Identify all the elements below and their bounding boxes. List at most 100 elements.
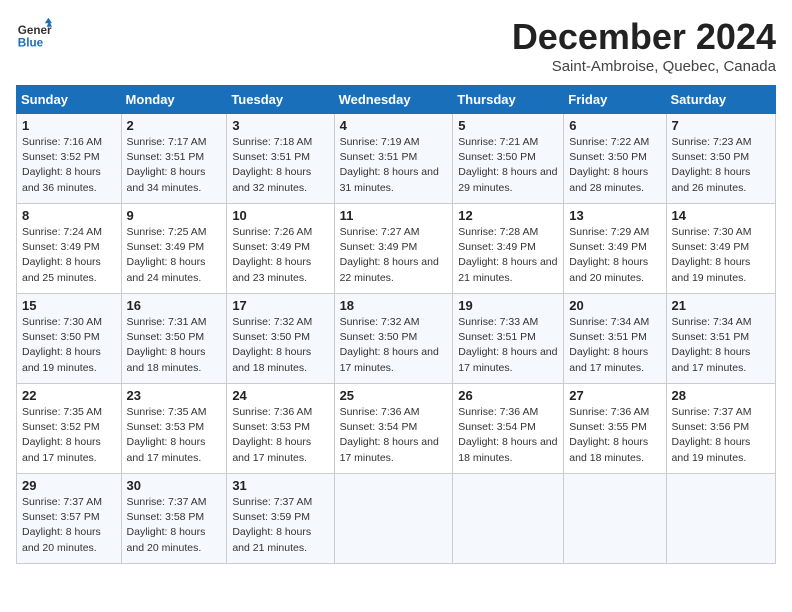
calendar-cell: 11Sunrise: 7:27 AMSunset: 3:49 PMDayligh…: [334, 204, 453, 294]
calendar-cell: 15Sunrise: 7:30 AMSunset: 3:50 PMDayligh…: [17, 294, 122, 384]
day-number: 18: [340, 298, 448, 313]
calendar-cell: 13 Sunrise: 7:29 AMSunset: 3:49 PMDayligh…: [564, 204, 666, 294]
day-number: 16: [127, 298, 222, 313]
day-info: Sunrise: 7:29 AMSunset: 3:49 PMDaylight:…: [569, 225, 660, 286]
header-saturday: Saturday: [666, 86, 775, 114]
day-number: 14: [672, 208, 770, 223]
day-number: 3: [232, 118, 328, 133]
day-number: 17: [232, 298, 328, 313]
calendar-week-row: 29 Sunrise: 7:37 AMSunset: 3:57 PMDayligh…: [17, 474, 776, 564]
day-info: Sunrise: 7:35 AMSunset: 3:52 PMDaylight:…: [22, 405, 116, 466]
day-info: Sunrise: 7:33 AMSunset: 3:51 PMDaylight:…: [458, 315, 558, 376]
calendar-cell: 20Sunrise: 7:34 AMSunset: 3:51 PMDayligh…: [564, 294, 666, 384]
day-number: 2: [127, 118, 222, 133]
calendar-cell: 21 Sunrise: 7:34 AMSunset: 3:51 PMDayligh…: [666, 294, 775, 384]
calendar-cell: 25 Sunrise: 7:36 AMSunset: 3:54 PMDayligh…: [334, 384, 453, 474]
day-info: Sunrise: 7:35 AMSunset: 3:53 PMDaylight:…: [127, 405, 222, 466]
day-info: Sunrise: 7:22 AMSunset: 3:50 PMDaylight:…: [569, 135, 660, 196]
day-number: 29: [22, 478, 116, 493]
day-number: 5: [458, 118, 558, 133]
calendar-cell: 9 Sunrise: 7:25 AMSunset: 3:49 PMDaylight…: [121, 204, 227, 294]
calendar-cell: 18 Sunrise: 7:32 AMSunset: 3:50 PMDayligh…: [334, 294, 453, 384]
day-number: 7: [672, 118, 770, 133]
calendar-cell: 31Sunrise: 7:37 AMSunset: 3:59 PMDayligh…: [227, 474, 334, 564]
calendar-header-row: SundayMondayTuesdayWednesdayThursdayFrid…: [17, 86, 776, 114]
day-number: 1: [22, 118, 116, 133]
day-info: Sunrise: 7:24 AMSunset: 3:49 PMDaylight:…: [22, 225, 116, 286]
day-info: Sunrise: 7:34 AMSunset: 3:51 PMDaylight:…: [672, 315, 770, 376]
header-monday: Monday: [121, 86, 227, 114]
day-info: Sunrise: 7:21 AMSunset: 3:50 PMDaylight:…: [458, 135, 558, 196]
calendar-cell: [453, 474, 564, 564]
day-info: Sunrise: 7:17 AMSunset: 3:51 PMDaylight:…: [127, 135, 222, 196]
calendar-cell: 24 Sunrise: 7:36 AMSunset: 3:53 PMDayligh…: [227, 384, 334, 474]
logo: General Blue: [16, 16, 52, 52]
day-info: Sunrise: 7:37 AMSunset: 3:59 PMDaylight:…: [232, 495, 328, 556]
calendar-week-row: 15Sunrise: 7:30 AMSunset: 3:50 PMDayligh…: [17, 294, 776, 384]
calendar-week-row: 8 Sunrise: 7:24 AMSunset: 3:49 PMDaylight…: [17, 204, 776, 294]
svg-text:Blue: Blue: [18, 37, 44, 50]
calendar-cell: 1 Sunrise: 7:16 AMSunset: 3:52 PMDaylight…: [17, 114, 122, 204]
calendar-cell: 3 Sunrise: 7:18 AMSunset: 3:51 PMDaylight…: [227, 114, 334, 204]
page-title: December 2024: [512, 16, 776, 58]
header-sunday: Sunday: [17, 86, 122, 114]
day-number: 19: [458, 298, 558, 313]
calendar-cell: 2 Sunrise: 7:17 AMSunset: 3:51 PMDaylight…: [121, 114, 227, 204]
svg-text:General: General: [18, 24, 52, 37]
header-tuesday: Tuesday: [227, 86, 334, 114]
day-info: Sunrise: 7:30 AMSunset: 3:50 PMDaylight:…: [22, 315, 116, 376]
day-info: Sunrise: 7:27 AMSunset: 3:49 PMDaylight:…: [340, 225, 448, 286]
day-number: 27: [569, 388, 660, 403]
calendar-cell: 23 Sunrise: 7:35 AMSunset: 3:53 PMDayligh…: [121, 384, 227, 474]
day-info: Sunrise: 7:36 AMSunset: 3:53 PMDaylight:…: [232, 405, 328, 466]
day-info: Sunrise: 7:26 AMSunset: 3:49 PMDaylight:…: [232, 225, 328, 286]
day-info: Sunrise: 7:16 AMSunset: 3:52 PMDaylight:…: [22, 135, 116, 196]
header: General Blue December 2024 Saint-Ambrois…: [16, 16, 776, 75]
calendar-cell: 10 Sunrise: 7:26 AMSunset: 3:49 PMDayligh…: [227, 204, 334, 294]
day-info: Sunrise: 7:25 AMSunset: 3:49 PMDaylight:…: [127, 225, 222, 286]
calendar-cell: 28Sunrise: 7:37 AMSunset: 3:56 PMDayligh…: [666, 384, 775, 474]
day-number: 9: [127, 208, 222, 223]
day-number: 21: [672, 298, 770, 313]
day-number: 13: [569, 208, 660, 223]
day-info: Sunrise: 7:28 AMSunset: 3:49 PMDaylight:…: [458, 225, 558, 286]
day-number: 24: [232, 388, 328, 403]
day-number: 23: [127, 388, 222, 403]
calendar-week-row: 22 Sunrise: 7:35 AMSunset: 3:52 PMDayligh…: [17, 384, 776, 474]
day-info: Sunrise: 7:36 AMSunset: 3:55 PMDaylight:…: [569, 405, 660, 466]
calendar-cell: 4Sunrise: 7:19 AMSunset: 3:51 PMDaylight…: [334, 114, 453, 204]
day-info: Sunrise: 7:30 AMSunset: 3:49 PMDaylight:…: [672, 225, 770, 286]
calendar-cell: [334, 474, 453, 564]
calendar-cell: 12Sunrise: 7:28 AMSunset: 3:49 PMDayligh…: [453, 204, 564, 294]
day-info: Sunrise: 7:37 AMSunset: 3:57 PMDaylight:…: [22, 495, 116, 556]
day-number: 28: [672, 388, 770, 403]
calendar-cell: 8 Sunrise: 7:24 AMSunset: 3:49 PMDaylight…: [17, 204, 122, 294]
day-info: Sunrise: 7:18 AMSunset: 3:51 PMDaylight:…: [232, 135, 328, 196]
calendar-cell: 26 Sunrise: 7:36 AMSunset: 3:54 PMDayligh…: [453, 384, 564, 474]
day-number: 8: [22, 208, 116, 223]
day-number: 30: [127, 478, 222, 493]
header-wednesday: Wednesday: [334, 86, 453, 114]
day-number: 22: [22, 388, 116, 403]
calendar-cell: 7 Sunrise: 7:23 AMSunset: 3:50 PMDaylight…: [666, 114, 775, 204]
day-info: Sunrise: 7:36 AMSunset: 3:54 PMDaylight:…: [340, 405, 448, 466]
day-number: 25: [340, 388, 448, 403]
day-number: 26: [458, 388, 558, 403]
header-thursday: Thursday: [453, 86, 564, 114]
calendar-cell: 30Sunrise: 7:37 AMSunset: 3:58 PMDayligh…: [121, 474, 227, 564]
page-subtitle: Saint-Ambroise, Quebec, Canada: [512, 58, 776, 75]
title-area: December 2024 Saint-Ambroise, Quebec, Ca…: [512, 16, 776, 75]
day-info: Sunrise: 7:31 AMSunset: 3:50 PMDaylight:…: [127, 315, 222, 376]
day-number: 20: [569, 298, 660, 313]
day-info: Sunrise: 7:36 AMSunset: 3:54 PMDaylight:…: [458, 405, 558, 466]
calendar-cell: 16 Sunrise: 7:31 AMSunset: 3:50 PMDayligh…: [121, 294, 227, 384]
day-info: Sunrise: 7:32 AMSunset: 3:50 PMDaylight:…: [340, 315, 448, 376]
day-info: Sunrise: 7:23 AMSunset: 3:50 PMDaylight:…: [672, 135, 770, 196]
calendar-cell: 14 Sunrise: 7:30 AMSunset: 3:49 PMDayligh…: [666, 204, 775, 294]
calendar-table: SundayMondayTuesdayWednesdayThursdayFrid…: [16, 85, 776, 564]
day-number: 4: [340, 118, 448, 133]
calendar-cell: 19 Sunrise: 7:33 AMSunset: 3:51 PMDayligh…: [453, 294, 564, 384]
calendar-cell: [564, 474, 666, 564]
calendar-cell: 17Sunrise: 7:32 AMSunset: 3:50 PMDayligh…: [227, 294, 334, 384]
day-number: 10: [232, 208, 328, 223]
